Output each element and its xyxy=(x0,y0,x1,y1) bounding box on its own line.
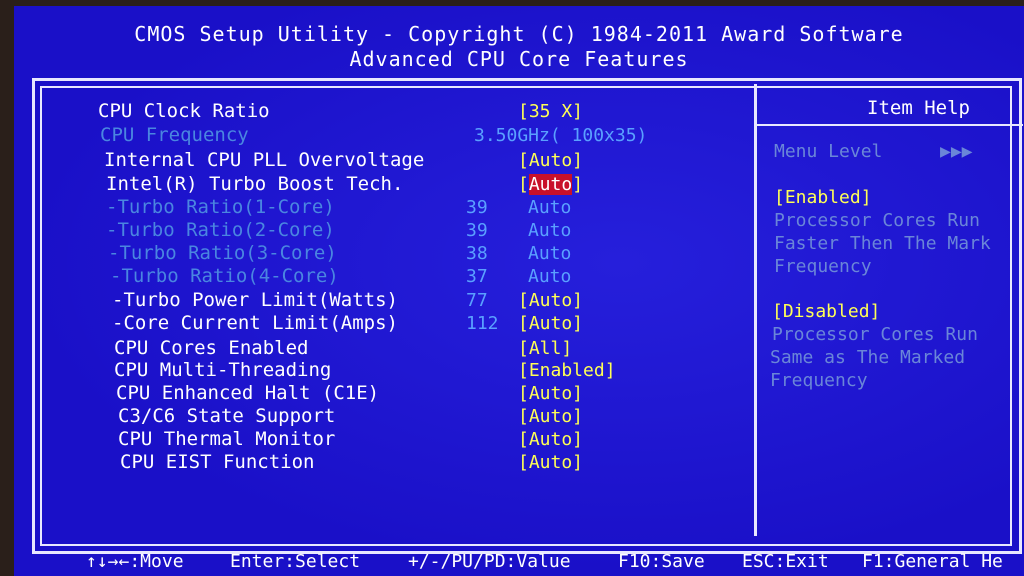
footer-move: ↑↓→←:Move xyxy=(86,551,184,572)
help-enabled-line: Processor Cores Run xyxy=(774,210,980,231)
setting-readout: 39 xyxy=(466,197,488,218)
help-disabled-line: Frequency xyxy=(770,370,868,391)
setting-label[interactable]: CPU EIST Function xyxy=(120,451,314,473)
help-title: Item Help xyxy=(867,97,970,119)
setting-value[interactable]: [Auto] xyxy=(518,290,583,311)
setting-label[interactable]: C3/C6 State Support xyxy=(118,405,335,427)
help-disabled-tag: [Disabled] xyxy=(772,301,881,322)
footer-value: +/-/PU/PD:Value xyxy=(408,551,571,572)
help-enabled-tag: [Enabled] xyxy=(774,187,872,208)
setting-readout: 112 xyxy=(466,313,499,334)
footer-general-help: F1:General He xyxy=(862,551,1003,572)
setting-label[interactable]: CPU Enhanced Halt (C1E) xyxy=(116,382,379,404)
panel-divider xyxy=(754,84,757,536)
setting-readout: 37 xyxy=(466,266,488,287)
setting-label[interactable]: CPU Thermal Monitor xyxy=(118,428,335,450)
help-divider xyxy=(757,124,1023,126)
setting-label[interactable]: -Core Current Limit(Amps) xyxy=(112,312,398,334)
setting-value[interactable]: [35 X] xyxy=(518,101,583,122)
setting-label[interactable]: CPU Cores Enabled xyxy=(114,337,308,359)
bios-screen: CMOS Setup Utility - Copyright (C) 1984-… xyxy=(14,6,1024,576)
setting-readout: 3.50GHz( 100x35) xyxy=(474,125,648,146)
setting-value[interactable]: Auto xyxy=(528,220,571,241)
setting-value[interactable]: [Auto] xyxy=(518,150,583,171)
setting-readout: 77 xyxy=(466,290,488,311)
setting-value-selected[interactable]: [Auto] xyxy=(518,174,583,195)
setting-value[interactable]: Auto xyxy=(528,197,571,218)
setting-value[interactable]: [Auto] xyxy=(518,313,583,334)
setting-label[interactable]: -Turbo Ratio(4-Core) xyxy=(110,265,339,287)
setting-label[interactable]: CPU Clock Ratio xyxy=(98,100,270,122)
header-title: CMOS Setup Utility - Copyright (C) 1984-… xyxy=(134,22,904,46)
setting-label[interactable]: CPU Frequency xyxy=(100,124,249,146)
setting-value[interactable]: [Auto] xyxy=(518,429,583,450)
menu-level-label: Menu Level xyxy=(774,141,883,162)
setting-readout: 39 xyxy=(466,220,488,241)
footer-exit: ESC:Exit xyxy=(742,551,829,572)
footer-select: Enter:Select xyxy=(230,551,361,572)
setting-value[interactable]: [Auto] xyxy=(518,452,583,473)
page-title: Advanced CPU Core Features xyxy=(349,47,689,71)
footer-save: F10:Save xyxy=(618,551,705,572)
setting-label[interactable]: Intel(R) Turbo Boost Tech. xyxy=(106,173,403,195)
setting-label[interactable]: CPU Multi-Threading xyxy=(114,359,331,381)
setting-value[interactable]: Auto xyxy=(528,266,571,287)
help-enabled-line: Faster Then The Mark xyxy=(774,233,991,254)
help-enabled-line: Frequency xyxy=(774,256,872,277)
selected-value-text[interactable]: Auto xyxy=(528,174,573,195)
setting-label[interactable]: -Turbo Ratio(2-Core) xyxy=(106,219,335,241)
setting-value[interactable]: [Enabled] xyxy=(518,360,616,381)
menu-level-arrows-icon: ▶▶▶ xyxy=(940,141,973,162)
setting-value[interactable]: Auto xyxy=(528,243,571,264)
setting-label[interactable]: Internal CPU PLL Overvoltage xyxy=(104,149,424,171)
setting-value[interactable]: [Auto] xyxy=(518,406,583,427)
setting-label[interactable]: -Turbo Power Limit(Watts) xyxy=(112,289,398,311)
setting-value[interactable]: [Auto] xyxy=(518,383,583,404)
help-disabled-line: Processor Cores Run xyxy=(772,324,978,345)
setting-readout: 38 xyxy=(466,243,488,264)
help-disabled-line: Same as The Marked xyxy=(770,347,966,368)
setting-label[interactable]: -Turbo Ratio(1-Core) xyxy=(106,196,335,218)
setting-label[interactable]: -Turbo Ratio(3-Core) xyxy=(108,242,337,264)
setting-value[interactable]: [All] xyxy=(518,338,572,359)
